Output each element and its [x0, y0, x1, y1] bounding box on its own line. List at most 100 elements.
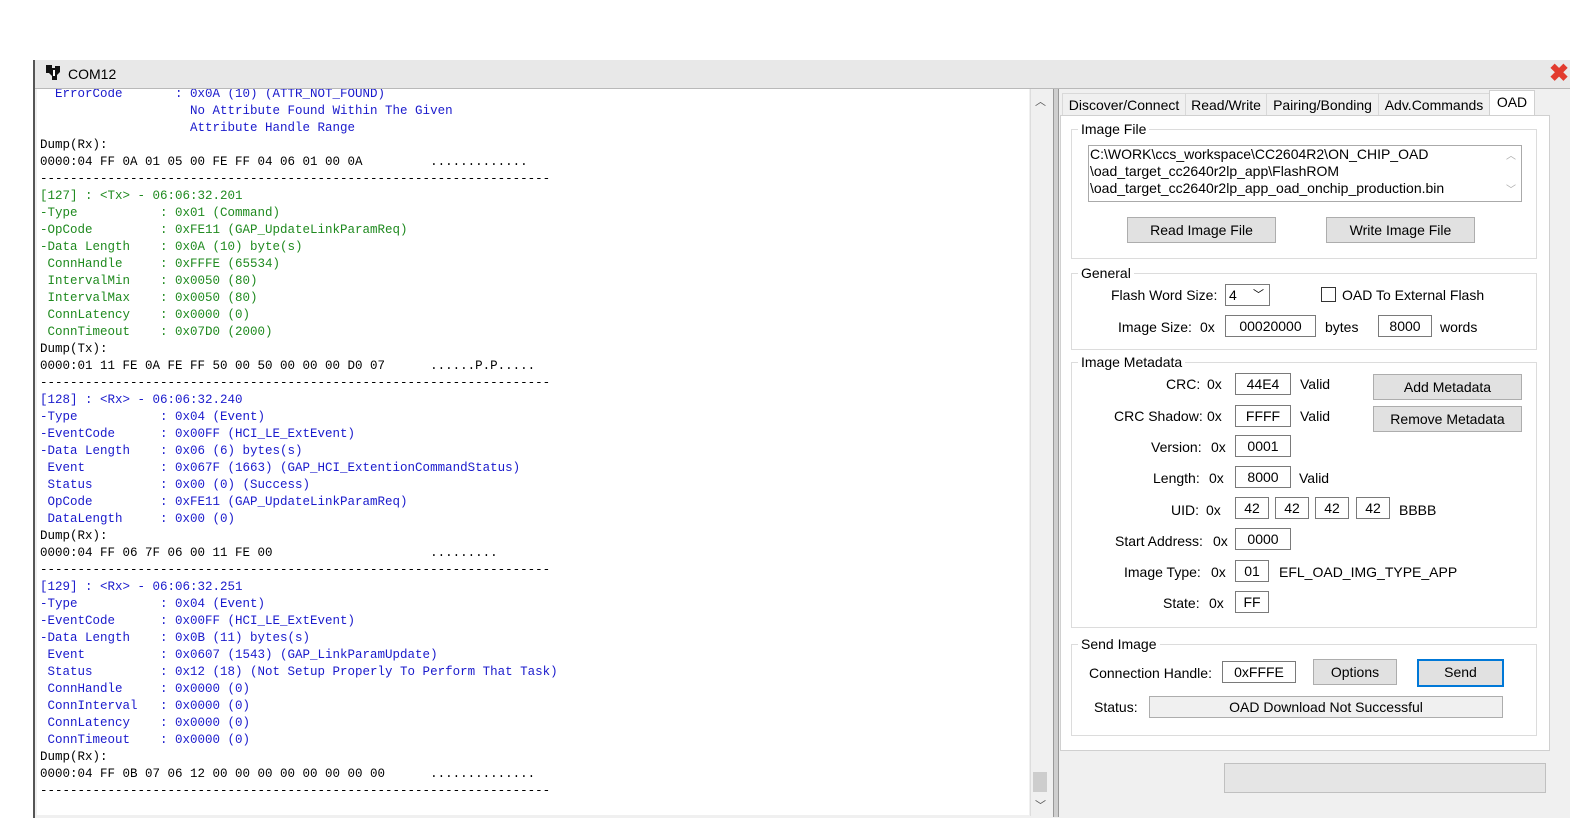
tab-read-write[interactable]: Read/Write — [1185, 93, 1267, 116]
options-button[interactable]: Options — [1313, 659, 1397, 685]
message-log[interactable]: ErrorCode : 0x0A (10) (ATTR_NOT_FOUND) N… — [37, 89, 1029, 815]
scroll-down-icon[interactable]: ﹀ — [1035, 797, 1046, 813]
log-line: 0000:01 11 FE 0A FE FF 50 00 50 00 00 00… — [40, 359, 536, 373]
hex-prefix: 0x — [1213, 533, 1228, 549]
state-label: State: — [1163, 595, 1200, 611]
image-type-label: Image Type: — [1124, 564, 1201, 580]
version-field[interactable]: 0001 — [1235, 435, 1291, 457]
remove-metadata-button[interactable]: Remove Metadata — [1373, 406, 1522, 432]
image-type-field[interactable]: 01 — [1235, 560, 1269, 582]
log-line: -Type : 0x04 (Event) — [40, 410, 266, 424]
flash-word-size-select[interactable]: 4 ﹀ — [1225, 284, 1270, 306]
log-line: ConnHandle : 0x0000 (0) — [40, 682, 251, 696]
path-line: C:\WORK\ccs_workspace\CC2604R2\ON_CHIP_O… — [1090, 146, 1429, 162]
flash-word-size-label: Flash Word Size: — [1111, 287, 1218, 303]
log-scrollbar[interactable]: ︿ ﹀ — [1030, 89, 1049, 816]
tab-pairing-bonding[interactable]: Pairing/Bonding — [1266, 93, 1379, 116]
start-address-field[interactable]: 0000 — [1235, 528, 1291, 550]
flash-word-size-value: 4 — [1229, 287, 1237, 303]
write-image-file-button[interactable]: Write Image File — [1326, 217, 1475, 243]
scroll-thumb[interactable] — [1033, 772, 1047, 792]
hex-prefix: 0x — [1211, 564, 1226, 580]
tab-oad[interactable]: OAD — [1489, 90, 1535, 117]
crc-shadow-label: CRC Shadow: — [1114, 408, 1203, 424]
log-line: Dump(Rx): — [40, 750, 108, 764]
log-line: No Attribute Found Within The Given — [40, 104, 453, 118]
pane-splitter[interactable] — [1053, 89, 1059, 817]
log-line: 0000:04 FF 0A 01 05 00 FE FF 04 06 01 00… — [40, 155, 528, 169]
log-line: ConnLatency : 0x0000 (0) — [40, 308, 251, 322]
log-line: OpCode : 0xFE11 (GAP_UpdateLinkParamReq) — [40, 495, 408, 509]
log-line: -Data Length : 0x0A (10) byte(s) — [40, 240, 303, 254]
status-value: OAD Download Not Successful — [1149, 696, 1503, 718]
image-file-group-label: Image File — [1078, 121, 1150, 137]
oad-external-flash-label: OAD To External Flash — [1342, 287, 1485, 303]
log-line: ConnTimeout : 0x07D0 (2000) — [40, 325, 273, 339]
log-line: Event : 0x067F (1663) (GAP_HCI_Extention… — [40, 461, 521, 475]
log-line: -EventCode : 0x00FF (HCI_LE_ExtEvent) — [40, 427, 356, 441]
path-line: \oad_target_cc2640r2lp_app_oad_onchip_pr… — [1090, 180, 1445, 196]
uid-byte-field[interactable]: 42 — [1275, 497, 1309, 519]
log-line: Status : 0x00 (0) (Success) — [40, 478, 311, 492]
tab-adv-commands[interactable]: Adv.Commands — [1378, 93, 1490, 116]
state-field[interactable]: FF — [1235, 591, 1269, 613]
tab-discover-connect[interactable]: Discover/Connect — [1062, 93, 1186, 116]
uid-label: UID: — [1171, 502, 1199, 518]
version-label: Version: — [1151, 439, 1202, 455]
log-line: IntervalMax : 0x0050 (80) — [40, 291, 258, 305]
connection-handle-label: Connection Handle: — [1089, 665, 1212, 681]
uid-byte-field[interactable]: 42 — [1356, 497, 1390, 519]
image-metadata-group-label: Image Metadata — [1078, 354, 1186, 370]
oad-external-flash-checkbox[interactable] — [1321, 287, 1336, 302]
send-button[interactable]: Send — [1417, 659, 1504, 687]
start-address-label: Start Address: — [1115, 533, 1203, 549]
log-line: ConnInterval : 0x0000 (0) — [40, 699, 251, 713]
hex-prefix: 0x — [1207, 408, 1222, 424]
scroll-up-icon[interactable]: ︿ — [1035, 93, 1046, 109]
crc-shadow-field[interactable]: FFFF — [1235, 405, 1291, 427]
log-line: [129] : <Rx> - 06:06:32.251 — [40, 580, 243, 594]
crc-field[interactable]: 44E4 — [1235, 373, 1291, 395]
log-line: ----------------------------------------… — [40, 376, 551, 390]
uid-byte-field[interactable]: 42 — [1235, 497, 1269, 519]
log-line: ----------------------------------------… — [40, 784, 551, 798]
read-image-file-button[interactable]: Read Image File — [1127, 217, 1276, 243]
add-metadata-button[interactable]: Add Metadata — [1373, 374, 1522, 400]
log-line: ErrorCode : 0x0A (10) (ATTR_NOT_FOUND) — [40, 89, 386, 101]
image-file-path[interactable]: C:\WORK\ccs_workspace\CC2604R2\ON_CHIP_O… — [1088, 145, 1522, 202]
path-scrollbar[interactable]: ︿ ﹀ — [1502, 146, 1521, 201]
crc-label: CRC: — [1166, 376, 1201, 392]
log-line: -OpCode : 0xFE11 (GAP_UpdateLinkParamReq… — [40, 223, 408, 237]
chevron-down-icon: ﹀ — [1253, 289, 1264, 301]
close-icon[interactable]: ✖ — [1549, 59, 1569, 88]
connection-handle-field[interactable]: 0xFFFE — [1222, 661, 1296, 683]
ti-logo-icon — [46, 65, 60, 80]
image-size-field[interactable]: 00020000 — [1225, 315, 1316, 337]
log-line: Event : 0x0607 (1543) (GAP_LinkParamUpda… — [40, 648, 438, 662]
log-line: 0000:04 FF 0B 07 06 12 00 00 00 00 00 00… — [40, 767, 536, 781]
length-field[interactable]: 8000 — [1235, 466, 1291, 488]
hex-prefix: 0x — [1209, 595, 1224, 611]
length-status: Valid — [1299, 470, 1330, 486]
image-type-text: EFL_OAD_IMG_TYPE_APP — [1279, 564, 1458, 580]
log-line: ----------------------------------------… — [40, 172, 551, 186]
log-line: Attribute Handle Range — [40, 121, 356, 135]
send-image-group: Send Image — [1071, 636, 1537, 736]
window-title: COM12 — [68, 66, 117, 82]
log-line: Dump(Rx): — [40, 138, 108, 152]
status-label: Status: — [1094, 699, 1138, 715]
send-image-group-label: Send Image — [1078, 636, 1160, 652]
uid-byte-field[interactable]: 42 — [1315, 497, 1349, 519]
log-line: Dump(Rx): — [40, 529, 108, 543]
log-line: -Type : 0x01 (Command) — [40, 206, 281, 220]
log-line: DataLength : 0x00 (0) — [40, 512, 236, 526]
bytes-label: bytes — [1325, 319, 1359, 335]
log-line: Dump(Tx): — [40, 342, 108, 356]
hex-prefix: 0x — [1211, 439, 1226, 455]
chevron-down-icon[interactable]: ﹀ — [1506, 182, 1516, 199]
image-metadata-group: Image Metadata — [1071, 354, 1537, 628]
log-line: -Type : 0x04 (Event) — [40, 597, 266, 611]
log-line: -Data Length : 0x0B (11) bytes(s) — [40, 631, 311, 645]
words-field[interactable]: 8000 — [1378, 315, 1432, 337]
chevron-up-icon[interactable]: ︿ — [1506, 148, 1516, 165]
